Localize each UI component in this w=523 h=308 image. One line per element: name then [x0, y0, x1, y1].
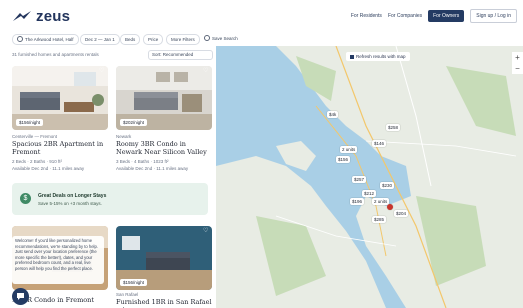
brand-name: zeus — [36, 8, 71, 25]
sort-dropdown[interactable]: Sort: Recommended — [148, 50, 213, 60]
listing-availability: Available Dec 2nd · 11.1 miles away — [116, 166, 189, 171]
map-price-pin[interactable]: $204 — [394, 210, 409, 217]
save-search-button[interactable]: Save Search — [200, 34, 242, 43]
zoom-in-button[interactable]: + — [512, 52, 523, 63]
checkbox-icon — [350, 54, 354, 59]
listing-card[interactable]: $202/night ♡ Newark Roomy 3BR Condo in N… — [116, 66, 212, 181]
header-links: For Residents For Companies For Owners S… — [351, 9, 517, 23]
map-cluster-pin[interactable]: 2 units — [340, 146, 358, 153]
price-filter[interactable]: Price — [143, 34, 164, 45]
brand-logo[interactable]: zeus — [12, 8, 70, 25]
deal-subtitle: Save 5-15% on +3 month stays. — [38, 201, 102, 206]
map-price-pin[interactable]: $230 — [380, 182, 395, 189]
map-price-pin[interactable]: $146 — [372, 140, 387, 147]
map-price-pin[interactable]: $285 — [372, 216, 387, 223]
sign-in-button[interactable]: Sign up / Log in — [470, 9, 517, 23]
favorite-heart-icon[interactable]: ♡ — [99, 68, 104, 74]
listing-details: 3 Beds · 4 Baths · 1023 ft² — [116, 159, 169, 164]
selected-location-marker[interactable] — [387, 204, 393, 210]
listing-title[interactable]: Furnished 1BR in San Rafael w/ — [116, 298, 212, 308]
price-tag: $156/night — [16, 119, 44, 126]
results-count: 31 furnished homes and apartments rental… — [12, 52, 99, 57]
map-cluster-pin[interactable]: 2 units — [372, 198, 390, 205]
listing-details: 2 Beds · 2 Baths · 910 ft² — [12, 159, 63, 164]
location-search-field[interactable]: The Arkwood Hotel, Half — [12, 34, 79, 45]
refresh-with-map-checkbox[interactable]: Refresh results with map — [346, 52, 410, 61]
deal-title: Great Deals on Longer Stays — [38, 193, 107, 199]
listing-availability: Available Dec 2nd · 11.1 miles away — [12, 166, 85, 171]
listing-location: Newark — [116, 134, 132, 139]
nav-for-residents[interactable]: For Residents — [351, 13, 382, 19]
listing-location: San Rafael — [116, 292, 139, 297]
chat-welcome-tooltip: Welcome! If you'd like personalized home… — [12, 236, 104, 284]
listing-location: Centerville — Fremont — [12, 134, 58, 139]
listing-card[interactable]: $156/night ♡ San Rafael Furnished 1BR in… — [116, 226, 212, 308]
bell-icon — [204, 34, 210, 41]
map-price-pin[interactable]: $212 — [362, 190, 377, 197]
listing-pane: 31 furnished homes and apartments rental… — [0, 46, 216, 308]
map-price-pin[interactable]: $258 — [386, 124, 401, 131]
map-view[interactable] — [216, 46, 523, 308]
dollar-icon: $ — [20, 193, 31, 204]
map-price-pin[interactable]: $257 — [352, 176, 367, 183]
listing-photo[interactable]: $156/night ♡ — [116, 226, 212, 290]
chat-bubble-icon — [17, 293, 24, 300]
zoom-controls: + − — [512, 52, 523, 74]
map-price-pin[interactable]: $4k — [327, 111, 339, 118]
listing-title[interactable]: Spacious 2BR Apartment in Fremont — [12, 140, 108, 156]
filter-bar: The Arkwood Hotel, Half Dec 2 — Jan 1 Be… — [0, 32, 523, 47]
map-price-pin[interactable]: $156 — [336, 156, 351, 163]
more-filters-button[interactable]: More Filters — [166, 34, 200, 45]
price-tag: $202/night — [120, 119, 148, 126]
zeus-wing-icon — [13, 10, 31, 21]
listing-title[interactable]: Roomy 3BR Condo in Newark Near Silicon V… — [116, 140, 212, 156]
nav-for-companies[interactable]: For Companies — [388, 13, 422, 19]
top-navigation-bar: zeus For Residents For Companies For Own… — [0, 0, 523, 33]
favorite-heart-icon[interactable]: ♡ — [203, 68, 208, 74]
listing-photo[interactable]: $202/night ♡ — [116, 66, 212, 130]
for-owners-button[interactable]: For Owners — [428, 10, 465, 22]
zoom-out-button[interactable]: − — [512, 63, 523, 74]
favorite-heart-icon[interactable]: ♡ — [203, 228, 208, 234]
map-price-pin[interactable]: $196 — [350, 198, 365, 205]
listing-card[interactable]: $156/night ♡ Centerville — Fremont Spaci… — [12, 66, 108, 181]
search-icon — [17, 35, 23, 42]
dates-filter[interactable]: Dec 2 — Jan 1 — [80, 34, 120, 45]
listing-photo[interactable]: $156/night ♡ — [12, 66, 108, 130]
price-tag: $156/night — [120, 279, 148, 286]
beds-filter[interactable]: Beds — [120, 34, 141, 45]
bay-area-map — [216, 46, 523, 308]
long-stay-deals-banner[interactable]: $ Great Deals on Longer Stays Save 5-15%… — [12, 183, 208, 215]
chat-button[interactable] — [12, 288, 29, 305]
